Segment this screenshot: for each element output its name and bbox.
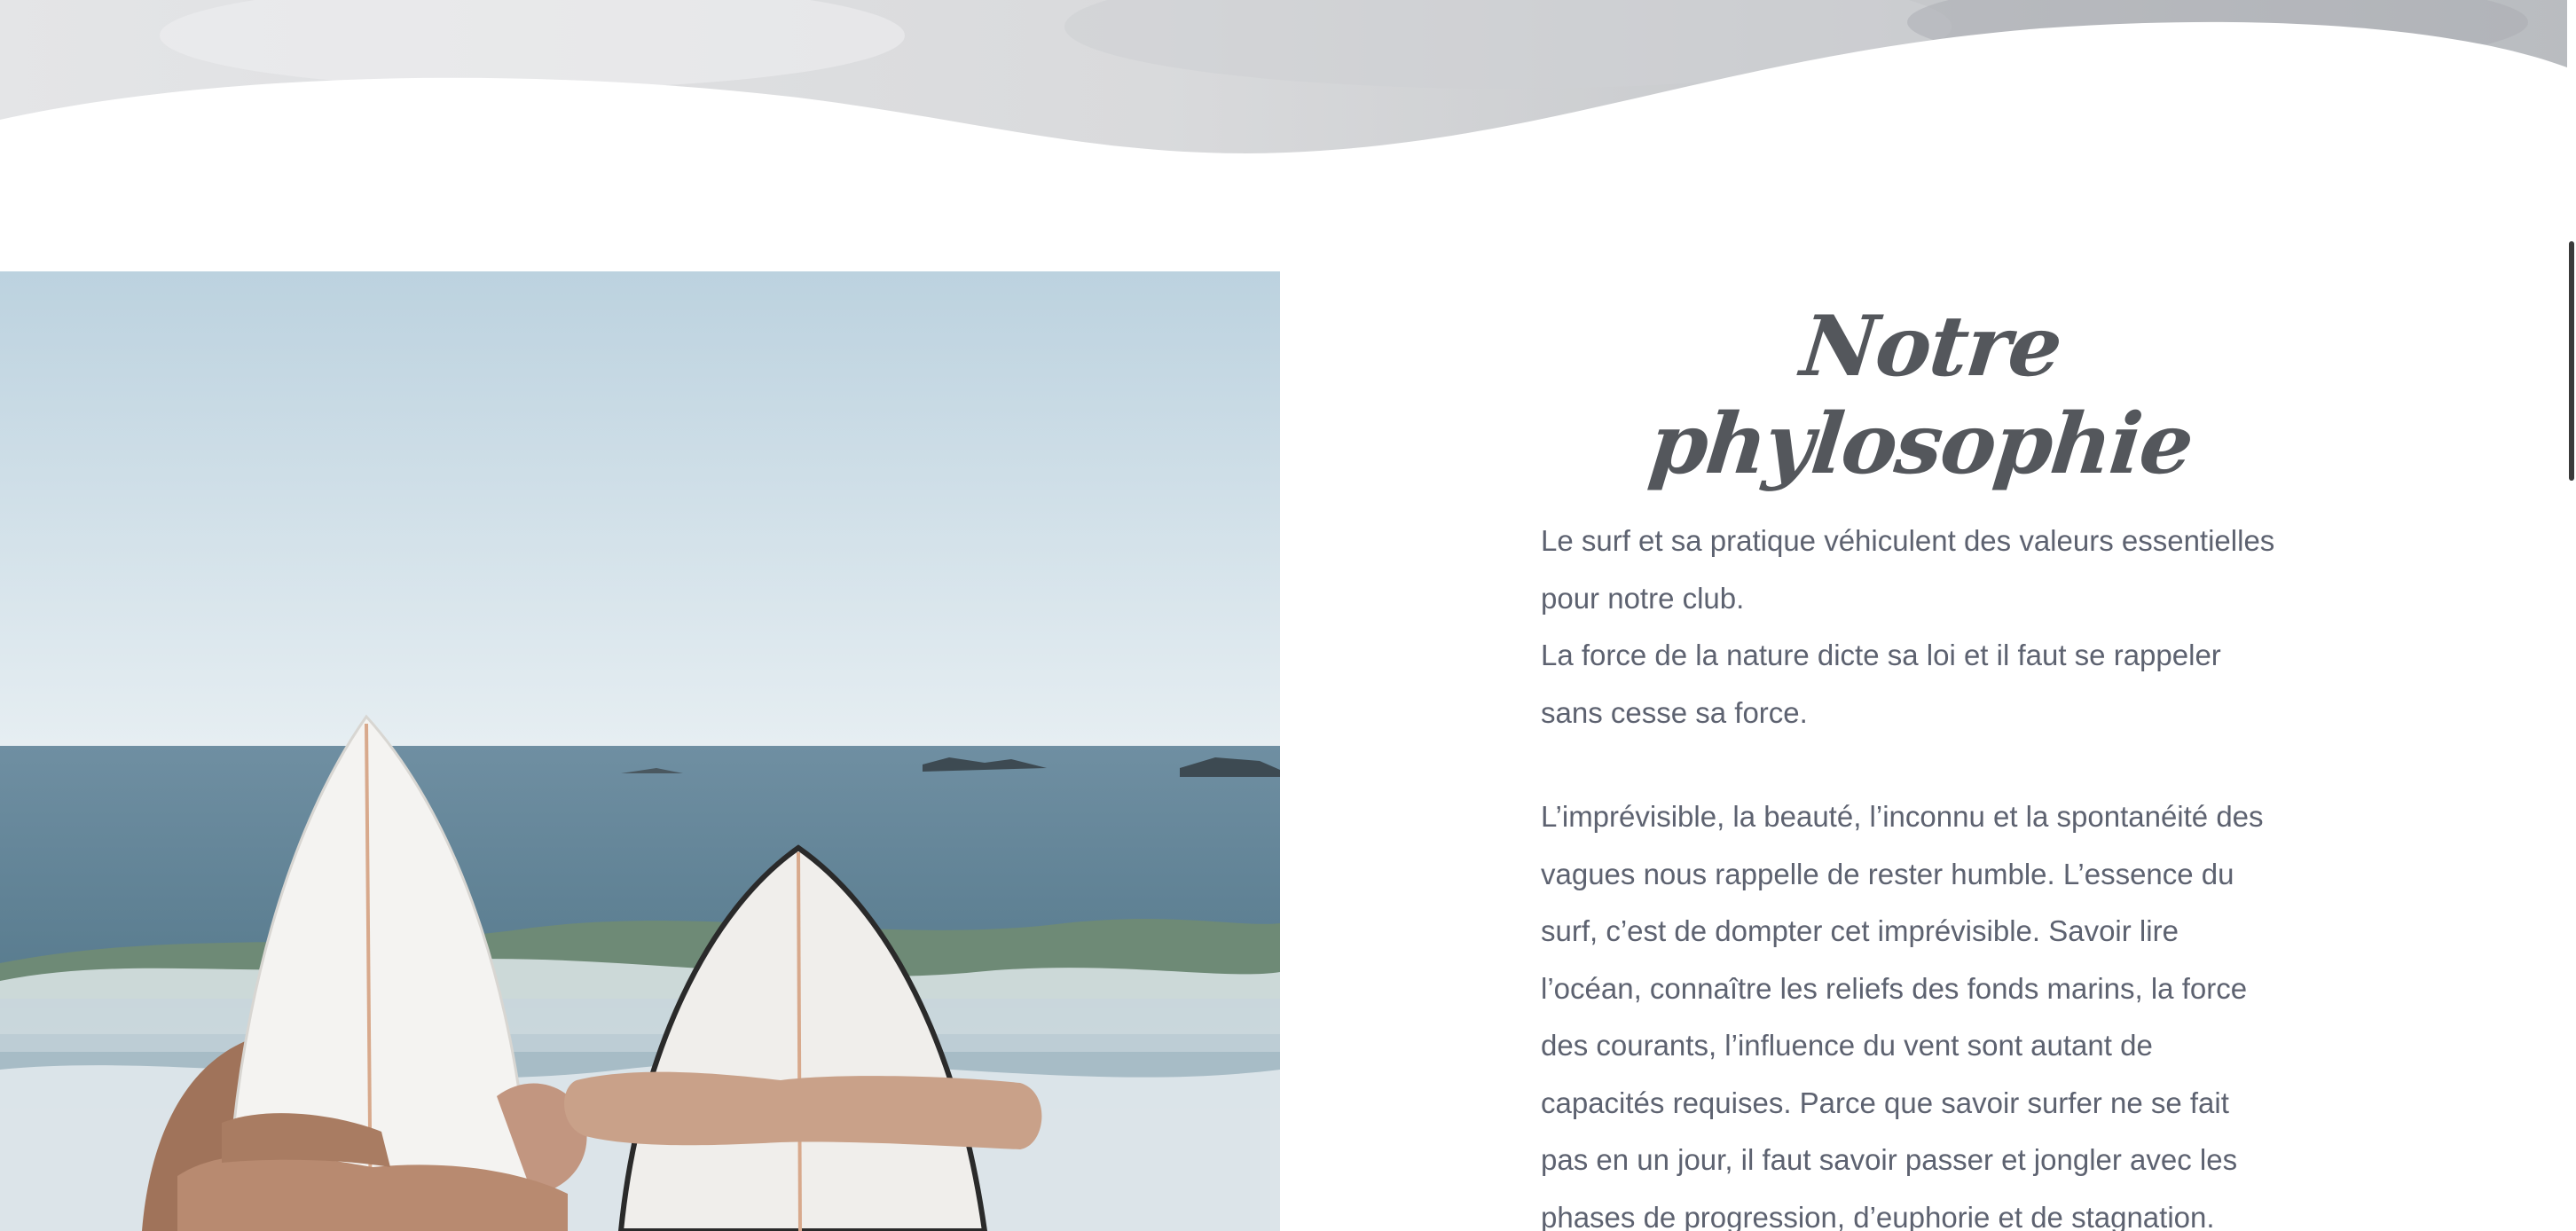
- paragraph-line: pour notre club.: [1541, 581, 1745, 615]
- hero-wave-divider: [0, 0, 2576, 169]
- scrollbar-thumb[interactable]: [2569, 241, 2574, 481]
- paragraph-line: L’imprévisible, la beauté, l’inconnu et …: [1541, 800, 2264, 833]
- paragraph-line: des courants, l’influence du vent sont a…: [1541, 1029, 2153, 1062]
- paragraph-line: pas en un jour, il faut savoir passer et…: [1541, 1143, 2238, 1176]
- paragraph-line: sans cesse sa force.: [1541, 695, 1808, 729]
- surfers-photo: [0, 271, 1280, 1231]
- paragraph-line: l’océan, connaître les reliefs des fonds…: [1541, 971, 2248, 1005]
- intro-paragraph: Le surf et sa pratique véhiculent des va…: [1541, 513, 2321, 741]
- paragraph-line: surf, c’est de dompter cet imprévisible.…: [1541, 914, 2179, 947]
- paragraph-line: capacités requises. Parce que savoir sur…: [1541, 1086, 2229, 1119]
- paragraph-line: vagues nous rappelle de rester humble. L…: [1541, 857, 2234, 890]
- paragraph-line: Le surf et sa pratique véhiculent des va…: [1541, 524, 2275, 557]
- paragraph-line: phases de progression, d’euphorie et de …: [1541, 1200, 2215, 1231]
- philosophy-paragraph: L’imprévisible, la beauté, l’inconnu et …: [1541, 788, 2321, 1231]
- page-scrollbar[interactable]: [2567, 0, 2576, 1231]
- section-heading: Notre phylosophie: [1645, 298, 2197, 493]
- paragraph-line: La force de la nature dicte sa loi et il…: [1541, 639, 2221, 671]
